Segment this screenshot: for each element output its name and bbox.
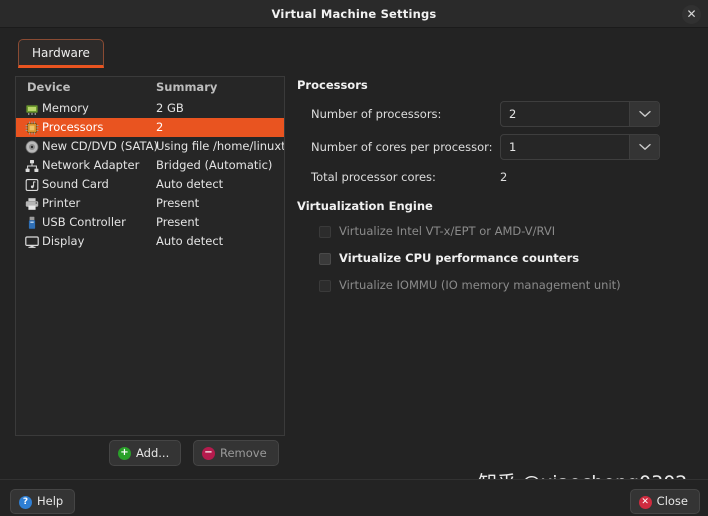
device-list-panel: Device Summary Memory 2 GB Processors 2 New … <box>15 76 285 436</box>
virtualization-option-label: Virtualize IOMMU (IO memory management u… <box>339 278 621 292</box>
cddvd-icon <box>25 139 39 154</box>
device-list-buttons: + Add... − Remove <box>15 440 285 468</box>
virtual-machine-settings-window: Virtual Machine Settings ✕ Hardware Devi… <box>0 0 708 516</box>
virtualization-engine-section-title: Virtualization Engine <box>297 199 433 213</box>
close-circle-icon: ✕ <box>638 496 652 509</box>
virtualization-option-label: Virtualize CPU performance counters <box>339 251 580 265</box>
checkbox-icon <box>319 280 331 292</box>
total-processor-cores-label: Total processor cores: <box>311 170 436 184</box>
column-header-summary: Summary <box>156 80 218 94</box>
device-row-new-cd-dvd-sata[interactable]: New CD/DVD (SATA) Using file /home/linuxt… <box>16 137 284 156</box>
device-list-header: Device Summary <box>16 77 284 99</box>
network-icon <box>25 158 39 172</box>
device-summary: 2 <box>156 120 164 134</box>
display-icon <box>25 234 39 248</box>
device-row-printer[interactable]: Printer Present <box>16 194 284 213</box>
chevron-down-icon[interactable] <box>629 102 659 126</box>
window-title: Virtual Machine Settings <box>271 7 437 21</box>
checkbox-icon[interactable] <box>319 253 331 265</box>
usb-icon <box>25 215 39 229</box>
device-summary: Present <box>156 215 200 229</box>
virtualization-option-label: Virtualize Intel VT-x/EPT or AMD-V/RVI <box>339 224 556 238</box>
device-row-sound-card[interactable]: Sound Card Auto detect <box>16 175 284 194</box>
total-processor-cores-value: 2 <box>500 170 508 184</box>
cores-per-processor-select[interactable]: 1 <box>500 134 660 160</box>
number-of-processors-select[interactable]: 2 <box>500 101 660 127</box>
device-name: New CD/DVD (SATA) <box>42 139 158 153</box>
tab-strip: Hardware <box>0 28 708 70</box>
plus-circle-icon: + <box>118 447 131 460</box>
device-summary: Bridged (Automatic) <box>156 158 273 172</box>
cores-per-processor-label: Number of cores per processor: <box>311 140 493 154</box>
device-row-usb-controller[interactable]: USB Controller Present <box>16 213 284 232</box>
sound-icon <box>25 177 39 191</box>
title-bar: Virtual Machine Settings ✕ <box>0 0 708 28</box>
help-label: Help <box>37 494 64 508</box>
settings-pane: Processors Number of processors: 2 Numbe… <box>297 78 697 438</box>
question-circle-icon: ? <box>19 496 32 509</box>
help-button[interactable]: ? Help <box>10 489 76 514</box>
device-name: Memory <box>42 101 89 115</box>
column-header-device: Device <box>27 80 71 94</box>
device-row-memory[interactable]: Memory 2 GB <box>16 99 284 118</box>
number-of-processors-value: 2 <box>509 107 517 121</box>
add-device-button[interactable]: + Add... <box>109 440 182 466</box>
device-summary: Present <box>156 196 200 210</box>
device-summary: Auto detect <box>156 177 224 191</box>
remove-device-label: Remove <box>220 446 267 460</box>
memory-icon <box>25 101 39 115</box>
minus-circle-icon: − <box>202 447 215 460</box>
number-of-processors-label: Number of processors: <box>311 107 442 121</box>
device-name: USB Controller <box>42 215 126 229</box>
device-name: Network Adapter <box>42 158 140 172</box>
printer-icon <box>25 196 39 210</box>
device-name: Sound Card <box>42 177 109 191</box>
add-device-label: Add... <box>136 446 170 460</box>
tab-hardware[interactable]: Hardware <box>18 39 104 68</box>
remove-device-button[interactable]: − Remove <box>193 440 279 466</box>
device-rows-container: Memory 2 GB Processors 2 New CD/DVD (SATA) Us… <box>16 99 284 251</box>
device-row-display[interactable]: Display Auto detect <box>16 232 284 251</box>
footer-bar: ? Help ✕ Close <box>0 480 708 516</box>
device-summary: 2 GB <box>156 101 184 115</box>
device-name: Printer <box>42 196 81 210</box>
device-row-network-adapter[interactable]: Network Adapter Bridged (Automatic) <box>16 156 284 175</box>
device-name: Display <box>42 234 85 248</box>
checkbox-icon <box>319 226 331 238</box>
device-row-processors[interactable]: Processors 2 <box>16 118 284 137</box>
device-name: Processors <box>42 120 104 134</box>
window-close-icon[interactable]: ✕ <box>682 5 701 24</box>
chevron-down-icon[interactable] <box>629 135 659 159</box>
processor-icon <box>25 120 39 135</box>
device-summary: Using file /home/linuxte <box>156 139 285 153</box>
device-summary: Auto detect <box>156 234 224 248</box>
close-button[interactable]: ✕ Close <box>629 489 700 514</box>
cores-per-processor-value: 1 <box>509 140 517 154</box>
close-label: Close <box>656 494 688 508</box>
processors-section-title: Processors <box>297 78 368 92</box>
